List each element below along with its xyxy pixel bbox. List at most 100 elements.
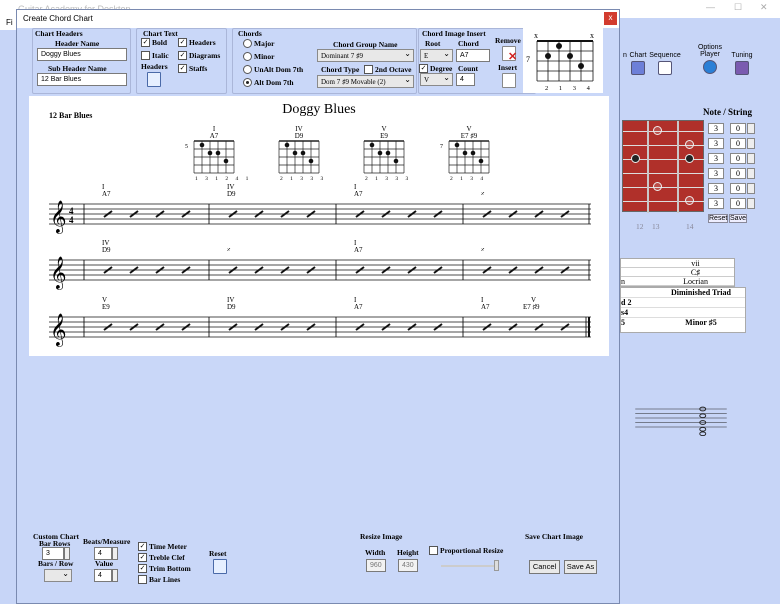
dialog-close-button[interactable]: x [604,12,617,25]
font-icon[interactable] [147,72,161,87]
diagram-dot [385,150,391,156]
proportional-resize-checkbox[interactable] [429,546,438,555]
alt-dom7-radio[interactable] [243,78,252,87]
scale-cell [621,268,657,276]
headers-label: Headers [189,38,216,47]
minimize-icon[interactable]: — [706,2,715,12]
note-field[interactable]: 3 [708,138,724,149]
chord-chart-svg: Doggy Blues12 Bar BluesIA751 3 1 2 4 1IV… [49,102,591,347]
ns-reset-button[interactable]: Reset [708,214,728,223]
time-meter-checkbox[interactable]: ✓ [138,542,147,551]
diagram-dot [292,150,298,156]
insert-chord-button[interactable] [502,73,516,88]
list-cell [621,288,657,297]
note-field[interactable]: 3 [708,198,724,209]
value-input[interactable]: 4 [94,569,112,582]
tool-chart[interactable]: Chart [628,52,648,75]
background-staff [635,406,727,436]
muted-string-icon: x [590,31,594,40]
width-input[interactable]: 960 [366,559,386,572]
italic-checkbox[interactable] [141,51,150,60]
degree-label: Degree [430,64,453,73]
tool-sequence-label: Sequence [649,52,681,59]
major-radio[interactable] [243,39,252,48]
resize-slider-thumb[interactable] [494,560,499,571]
string-spinner[interactable] [747,168,755,179]
sub-header-input[interactable]: 12 Bar Blues [37,73,127,86]
list-cell [657,298,745,307]
diagram-chord-name: A7 [210,132,219,140]
close-icon[interactable]: ✕ [760,2,768,13]
second-octave-checkbox[interactable] [364,65,373,74]
height-label: Height [397,548,419,557]
height-input[interactable]: 430 [398,559,418,572]
header-name-label: Header Name [55,39,100,48]
diagram-fret-number: 5 [185,144,188,150]
tool-player[interactable]: Options Player [696,44,724,74]
headers-checkbox[interactable]: ✓ [178,38,187,47]
insert-label: Insert [498,63,518,72]
diagram-dot [308,158,314,164]
chord-type-select[interactable]: Dom 7 ♯9 Movable (2) [317,75,414,88]
string-field[interactable]: 0 [730,168,746,179]
bars-row-select[interactable] [44,569,72,582]
string-spinner[interactable] [747,183,755,194]
save-as-button[interactable]: Save As [564,560,597,574]
fret-number: 14 [686,222,694,231]
remove-chord-button[interactable]: ✕ [502,46,517,63]
note-field[interactable]: 3 [708,153,724,164]
scale-cell: vii [691,259,700,268]
diagram-dot [199,142,205,148]
bar-lines-checkbox[interactable] [138,575,147,584]
header-name-input[interactable]: Doggy Blues [37,48,127,61]
scale-cell: n [621,277,625,286]
string-spinner[interactable] [747,138,755,149]
string-spinner[interactable] [747,123,755,134]
string-spinner[interactable] [747,153,755,164]
reset-chart-button[interactable] [213,559,227,574]
bold-checkbox[interactable]: ✓ [141,38,150,47]
string-field[interactable]: 0 [730,183,746,194]
resize-slider-track[interactable] [441,565,499,567]
string-field[interactable]: 0 [730,153,746,164]
note-field[interactable]: 3 [708,123,724,134]
treble-clef-checkbox[interactable]: ✓ [138,553,147,562]
note-field[interactable]: 3 [708,183,724,194]
string-spinner[interactable] [747,198,755,209]
diagram-dot [215,150,221,156]
note-field[interactable]: 3 [708,168,724,179]
time-meter-label: Time Meter [149,542,187,551]
cancel-button[interactable]: Cancel [529,560,560,574]
diagram-fret-number: 7 [440,144,443,150]
list-cell: 5 [621,318,625,327]
degree-select[interactable]: V [420,73,453,86]
minor-radio[interactable] [243,52,252,61]
dialog-title-bar: Create Chord Chart x [17,10,619,28]
trim-bottom-checkbox[interactable]: ✓ [138,564,147,573]
chord-label: Chord [458,39,479,48]
unalt-dom7-radio[interactable] [243,65,252,74]
scale-table: vii C♯ n Locrian [620,258,735,287]
reset-label: Reset [209,549,227,558]
count-input[interactable]: 4 [456,73,475,86]
fretboard[interactable] [622,120,705,213]
maximize-icon[interactable]: ☐ [734,2,742,13]
degree-checkbox[interactable]: ✓ [419,64,428,73]
diagrams-checkbox[interactable]: ✓ [178,51,187,60]
ns-save-button[interactable]: Save [729,214,747,223]
root-select[interactable]: E [420,49,453,62]
chord-group-select[interactable]: Dominant 7 ♯9 [317,49,414,62]
tool-sequence[interactable]: Sequence [648,52,682,75]
staffs-checkbox[interactable]: ✓ [178,64,187,73]
width-label: Width [365,548,386,557]
diagram-dot [369,142,375,148]
string-field[interactable]: 0 [730,123,746,134]
string-field[interactable]: 0 [730,138,746,149]
string-field[interactable]: 0 [730,198,746,209]
chord-input[interactable]: A7 [456,49,490,62]
chart-subtitle: 12 Bar Blues [49,111,92,120]
measure-chord: 𝄎 [481,246,485,254]
chord-list[interactable]: Diminished Triad d 2 s4 5 Minor ♯5 [620,287,746,333]
tool-tuning[interactable]: Tuning [728,52,756,75]
value-spinner[interactable] [112,569,118,582]
